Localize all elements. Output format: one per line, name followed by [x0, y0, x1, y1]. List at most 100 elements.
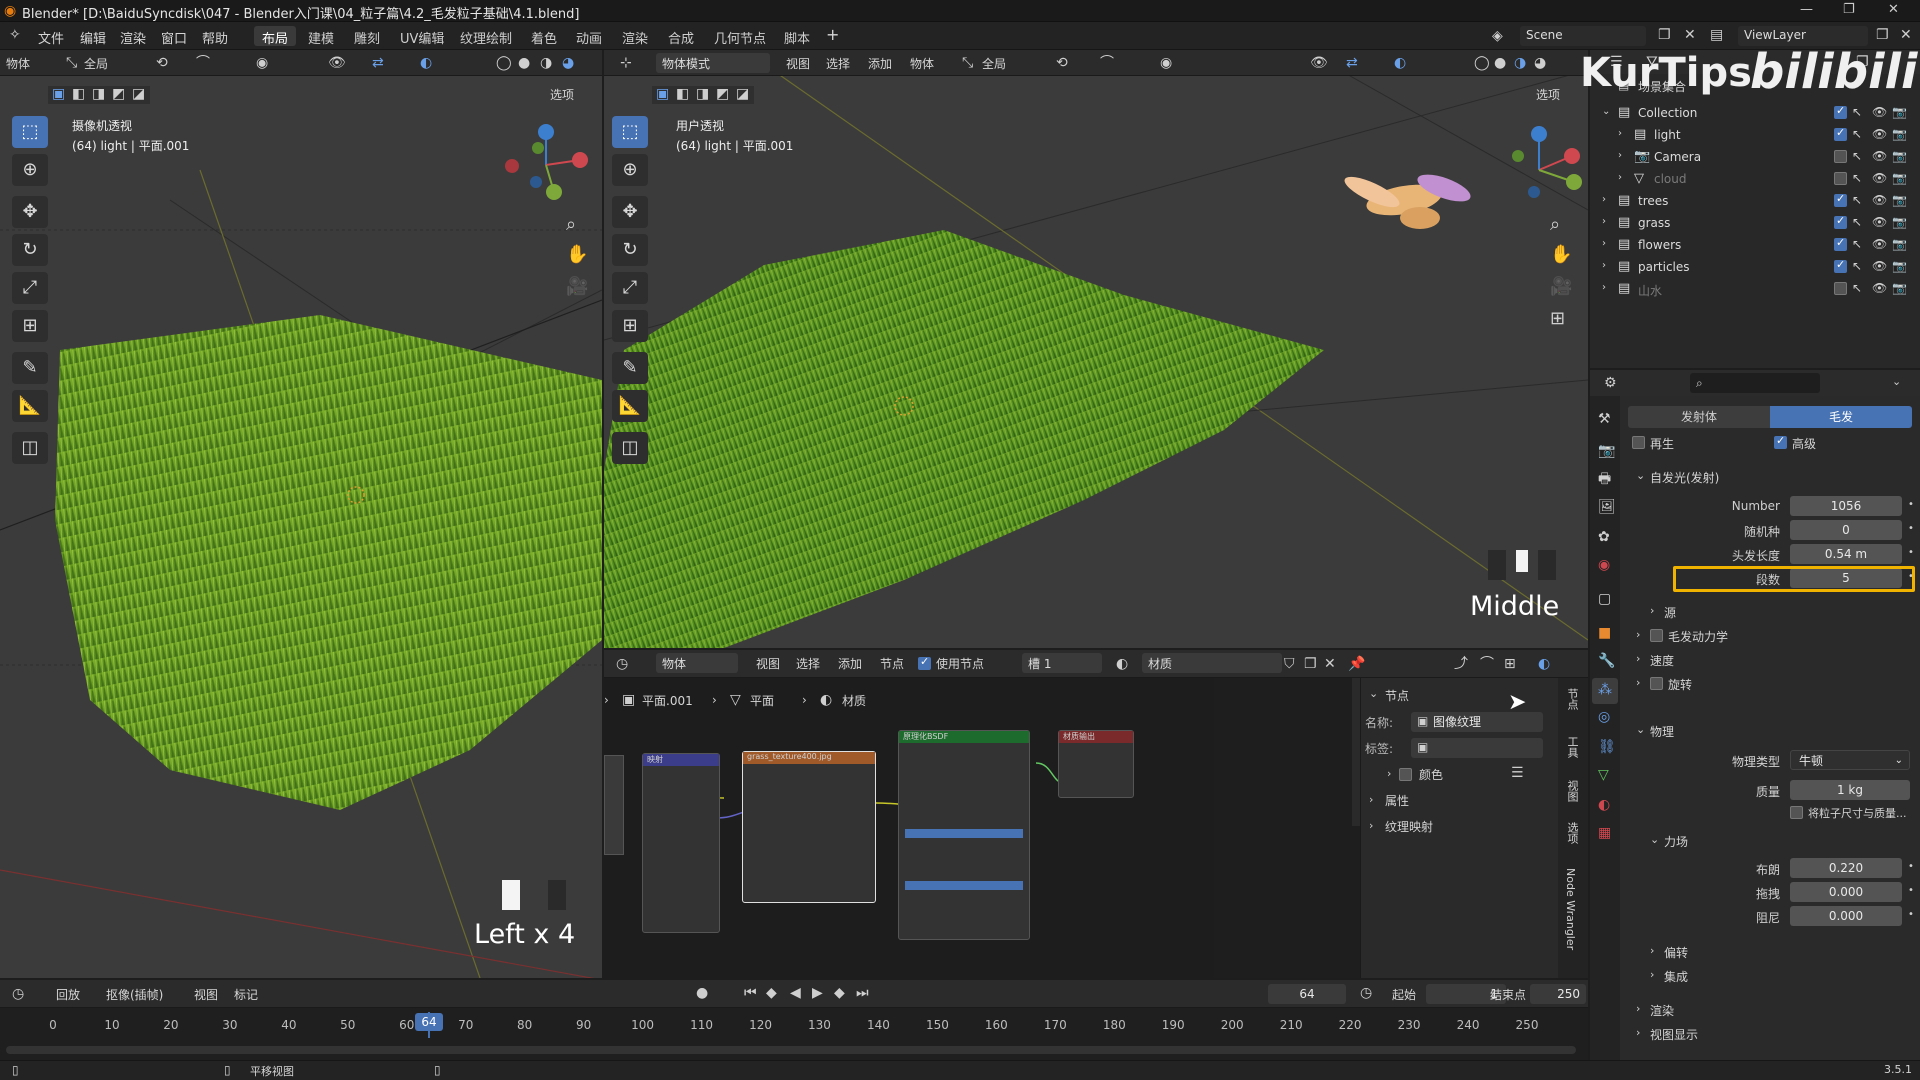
render-camera-icon[interactable]: 📷 — [1892, 238, 1907, 250]
panel-expand-icon[interactable]: › — [1650, 969, 1654, 980]
select-box-tool-right[interactable]: ⬚ — [612, 116, 648, 148]
expand-arrow-icon[interactable]: › — [1602, 261, 1606, 271]
select-arrow-icon[interactable]: ↖ — [1852, 172, 1862, 184]
tab-hair[interactable]: 毛发 — [1770, 406, 1912, 428]
expand-arrow-icon[interactable]: › — [1618, 151, 1622, 161]
outliner-row[interactable]: › ▤ flowers ↖ 👁 📷 — [1590, 234, 1908, 256]
gizmo-icon[interactable]: ⇄ — [372, 56, 384, 70]
scale-tool-right[interactable]: ⤢ — [612, 272, 648, 304]
select-arrow-icon[interactable]: ↖ — [1852, 238, 1862, 250]
panel-title[interactable]: 源 — [1664, 604, 1676, 621]
workspace-tab-modeling[interactable]: 建模 — [300, 26, 342, 47]
mass-field[interactable]: 1 kg — [1790, 780, 1910, 800]
workspace-tab-texture-paint[interactable]: 纹理绘制 — [452, 26, 520, 47]
zoom-icon-right[interactable]: ⌕ — [1550, 216, 1560, 234]
overlay-icon-right[interactable]: ◐ — [1394, 56, 1406, 70]
render-camera-icon[interactable]: 📷 — [1892, 216, 1907, 228]
render-camera-icon[interactable]: 📷 — [1892, 128, 1907, 140]
menu-render[interactable]: 渲染 — [120, 28, 146, 47]
workspace-tab-shading[interactable]: 着色 — [523, 26, 565, 47]
exclude-checkbox[interactable] — [1834, 236, 1847, 251]
transform-tool[interactable]: ⊞ — [12, 310, 48, 342]
node-panel-title[interactable]: 节点 — [1385, 687, 1409, 704]
measure-tool[interactable]: 📐 — [12, 390, 48, 422]
right-options-button[interactable]: 选项 — [1536, 86, 1560, 103]
zoom-icon[interactable]: ⌕ — [566, 216, 576, 234]
node-menu-add[interactable]: 添加 — [838, 655, 862, 672]
render-camera-icon[interactable]: 📷 — [1892, 260, 1907, 272]
right-menu-view[interactable]: 视图 — [786, 55, 810, 72]
measure-tool-right[interactable]: 📐 — [612, 390, 648, 422]
eye-icon[interactable]: 👁 — [1872, 260, 1887, 272]
exclude-checkbox[interactable] — [1834, 258, 1847, 273]
select-extend-icon-r[interactable]: ◧ — [676, 87, 689, 101]
eye-icon[interactable]: 👁 — [1872, 282, 1887, 294]
properties-editor-icon[interactable]: ⚙ — [1604, 376, 1617, 390]
blender-menu-icon[interactable]: ✧ — [9, 28, 21, 42]
scale-tool[interactable]: ⤢ — [12, 272, 48, 304]
workspace-tab-uv[interactable]: UV编辑 — [392, 26, 452, 47]
node-menu-select[interactable]: 选择 — [796, 655, 820, 672]
node-color-checkbox[interactable] — [1399, 768, 1412, 781]
render-camera-icon[interactable]: 📷 — [1892, 194, 1907, 206]
exclude-checkbox[interactable] — [1834, 172, 1847, 185]
workspace-tab-sculpt[interactable]: 雕刻 — [346, 26, 388, 47]
expand-arrow-icon[interactable]: › — [1618, 129, 1622, 139]
play-icon[interactable]: ▶ — [812, 986, 823, 1000]
snap-icon[interactable]: ⌒ — [196, 56, 210, 70]
solid-shading-icon-right[interactable]: ● — [1494, 56, 1506, 70]
panel-expand-icon[interactable]: › — [1636, 1027, 1640, 1038]
select-new-icon[interactable]: ▣ — [52, 87, 65, 101]
pan-hand-icon-right[interactable]: ✋ — [1550, 246, 1572, 264]
right-mode-dropdown[interactable]: 物体模式 — [656, 53, 770, 73]
material-shading-icon[interactable]: ◑ — [540, 56, 552, 70]
keyframe-dot-icon[interactable]: • — [1908, 910, 1914, 920]
shader-node-editor[interactable]: ◷ 物体 视图 选择 添加 节点 使用节点 槽 1 ◐ 材质 ⛉ ❐ ✕ 📌 ⤴… — [604, 650, 1588, 978]
node-mapping[interactable]: 映射 — [642, 753, 720, 933]
physics-tab-icon[interactable]: ◎ — [1598, 710, 1610, 724]
node-props-label[interactable]: 属性 — [1385, 792, 1409, 809]
outliner-row[interactable]: › ▤ particles ↖ 👁 📷 — [1590, 256, 1908, 278]
render-camera-icon[interactable]: 📷 — [1892, 172, 1907, 184]
delete-scene-icon[interactable]: ✕ — [1684, 28, 1696, 42]
right-orientation[interactable]: 全局 — [982, 55, 1006, 72]
current-frame-field[interactable]: 64 — [1268, 984, 1346, 1004]
eye-icon[interactable]: 👁 — [1872, 238, 1887, 250]
panel-title[interactable]: 速度 — [1650, 652, 1674, 669]
emission-title[interactable]: 自发光(发射) — [1650, 469, 1719, 486]
panel-title[interactable]: 渲染 — [1650, 1002, 1674, 1019]
wireframe-shading-icon-right[interactable]: ◯ — [1474, 56, 1490, 70]
play-reverse-icon[interactable]: ◀ — [790, 986, 801, 1000]
field-value[interactable]: 0.54 m — [1790, 544, 1902, 564]
expand-arrow-icon[interactable]: › — [1602, 217, 1606, 227]
side-tab-node[interactable]: 节点 — [1564, 688, 1580, 710]
data-tab-icon[interactable]: ▽ — [1598, 768, 1609, 782]
panel-expand-icon[interactable]: › — [1650, 605, 1654, 616]
move-tool-right[interactable]: ✥ — [612, 196, 648, 228]
render-camera-icon[interactable]: 📷 — [1892, 282, 1907, 294]
delete-view-layer-icon[interactable]: ✕ — [1900, 28, 1912, 42]
workspace-tab-geometry-nodes[interactable]: 几何节点 — [706, 26, 774, 47]
left-select-mode-buttons[interactable]: ▣ ◧ ◨ ◩ ◪ — [48, 86, 150, 104]
panel-title[interactable]: 偏转 — [1664, 944, 1688, 961]
node-mapping-label[interactable]: 纹理映射 — [1385, 818, 1433, 835]
select-arrow-icon[interactable]: ↖ — [1852, 282, 1862, 294]
outliner-row[interactable]: › ▤ grass ↖ 👁 📷 — [1590, 212, 1908, 234]
left-orientation[interactable]: 全局 — [84, 55, 108, 72]
node-name-field[interactable]: 图像纹理 — [1411, 712, 1543, 732]
node-label-field[interactable] — [1411, 738, 1543, 758]
pivot-icon[interactable]: ⟲ — [156, 56, 168, 70]
keyframe-dot-icon[interactable]: • — [1908, 524, 1914, 534]
timeline-scrollbar[interactable] — [6, 1046, 1576, 1054]
node-menu-node[interactable]: 节点 — [880, 655, 904, 672]
forces-title[interactable]: 力场 — [1664, 833, 1688, 850]
emission-collapse-icon[interactable]: ⌄ — [1636, 470, 1645, 481]
right-select-mode-buttons[interactable]: ▣ ◧ ◨ ◩ ◪ — [652, 86, 754, 104]
node-overlay-icon[interactable]: ◐ — [1538, 657, 1550, 671]
outliner-row[interactable]: › 📷 Camera ↖ 👁 📷 — [1590, 146, 1908, 168]
eye-icon[interactable]: 👁 — [1872, 150, 1887, 162]
eye-icon[interactable]: 👁 — [1872, 194, 1887, 206]
mapping-expand-icon[interactable]: › — [1369, 820, 1373, 831]
minimize-button[interactable]: — — [1800, 2, 1813, 17]
side-tab-options[interactable]: 选项 — [1564, 822, 1580, 844]
